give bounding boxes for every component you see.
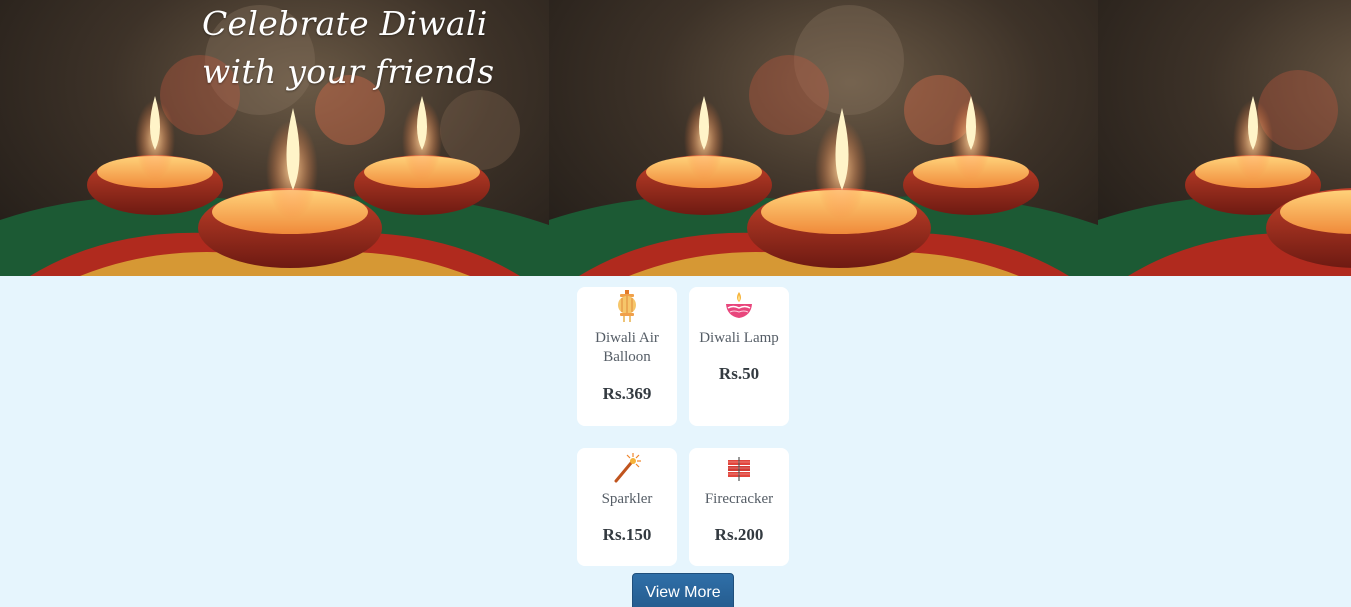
product-name: Diwali Air Balloon	[595, 330, 659, 365]
product-card-firecracker[interactable]: Firecracker Rs.200	[689, 448, 789, 566]
hero-image-diyas	[1098, 0, 1351, 276]
sparkler-icon	[614, 453, 641, 483]
diya-icon	[726, 292, 752, 318]
product-name: Diwali Lamp	[699, 330, 779, 346]
firecracker-icon	[728, 457, 750, 481]
product-price: Rs.50	[718, 364, 760, 383]
view-more-button[interactable]: View More	[632, 573, 734, 607]
product-card-air-balloon[interactable]: Diwali Air Balloon Rs.369	[577, 287, 677, 426]
hero-title: Celebrate Diwali with your friends	[202, 4, 495, 91]
product-name: Firecracker	[704, 491, 774, 507]
product-price: Rs.150	[602, 525, 652, 544]
product-card-sparkler[interactable]: Sparkler Rs.150	[577, 448, 677, 566]
lantern-icon	[618, 290, 636, 322]
hero-banner: Celebrate Diwali with your friends	[0, 0, 1351, 276]
product-card-diwali-lamp[interactable]: Diwali Lamp Rs.50	[689, 287, 789, 426]
product-price: Rs.200	[714, 525, 764, 544]
product-name: Sparkler	[601, 491, 653, 507]
hero-image-diyas	[549, 0, 1098, 276]
product-price: Rs.369	[602, 384, 652, 403]
